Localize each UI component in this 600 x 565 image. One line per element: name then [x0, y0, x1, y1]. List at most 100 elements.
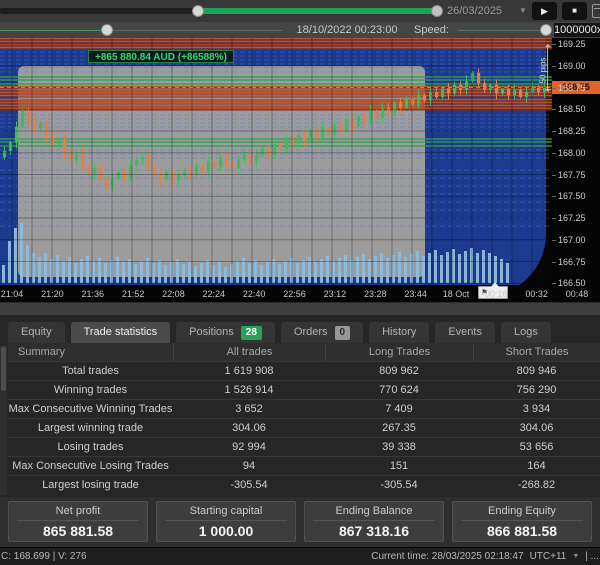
price-axis-label: 166.50 [558, 278, 586, 288]
table-row[interactable]: Total trades1 619 908809 962809 946 [8, 361, 600, 380]
tab-trade-statistics[interactable]: Trade statistics [71, 322, 171, 343]
card-label: Starting capital [165, 503, 287, 521]
progress-track-elapsed[interactable] [0, 8, 198, 14]
tab-label: Orders [294, 322, 328, 343]
speed-slider-track[interactable] [458, 30, 544, 31]
panel-splitter[interactable] [0, 302, 600, 315]
chevron-down-icon[interactable]: ▼ [572, 553, 579, 560]
timezone-selector[interactable]: UTC+11 [530, 551, 567, 562]
price-axis-label: 168.25 [558, 126, 586, 136]
status-more: | ... [585, 551, 599, 562]
tab-events[interactable]: Events [435, 322, 495, 343]
table-row[interactable]: Winning trades1 526 914770 624756 290 [8, 380, 600, 399]
table-cell: 304.06 [173, 419, 325, 437]
tab-positions[interactable]: Positions28 [176, 322, 275, 343]
table-row[interactable]: Losing trades92 99439 33853 656 [8, 437, 600, 456]
timeline-bar: 18/10/2022 00:23:00 Speed: 1000000x [0, 22, 600, 38]
axis-tick [552, 44, 556, 45]
table-cell: -268.82 [473, 476, 600, 494]
card-value: 1 000.00 [157, 521, 295, 542]
table-scrollbar-thumb[interactable] [1, 347, 6, 391]
backtester-window: 26/03/2025 ▼ ▶ ■ 18/10/2022 00:23:00 Spe… [0, 0, 600, 565]
table-cell: 1 619 908 [173, 362, 325, 380]
current-time-text: Current time: 28/03/2025 02:18:47 [371, 551, 523, 562]
speed-slider-handle[interactable] [540, 24, 552, 36]
tab-label: Positions [189, 322, 234, 343]
stop-button[interactable]: ■ [562, 2, 587, 20]
time-axis[interactable]: ⚑ 21:0421:2021:3621:5222:0822:2422:4022:… [0, 285, 552, 302]
price-chart[interactable]: +865 880.84 AUD (+86588%) 50 pips [0, 38, 552, 285]
timeline-track-right[interactable] [112, 30, 282, 31]
play-button[interactable]: ▶ [532, 2, 557, 20]
table-cell: -305.54 [173, 476, 325, 494]
time-axis-label: 21:20 [32, 289, 72, 299]
column-header: Summary [8, 343, 173, 361]
table-cell: -305.54 [325, 476, 473, 494]
table-cell: 164 [473, 457, 600, 475]
table-cell: 39 338 [325, 438, 473, 456]
price-axis-label: 169.00 [558, 61, 586, 71]
table-cell: 304.06 [473, 419, 600, 437]
time-axis-label: 00:48 [557, 289, 597, 299]
table-scrollbar[interactable] [0, 345, 7, 495]
table-cell: 94 [173, 457, 325, 475]
card-label: Net profit [17, 503, 139, 521]
price-axis-label: 169.25 [558, 39, 586, 49]
table-cell: Losing trades [8, 438, 173, 456]
calendar-icon[interactable] [592, 4, 600, 18]
current-bar-datetime: 18/10/2022 00:23:00 [286, 23, 408, 37]
table-cell: 809 946 [473, 362, 600, 380]
tab-label: History [382, 322, 416, 343]
price-axis-label: 168.00 [558, 148, 586, 158]
speed-label: Speed: [414, 23, 449, 37]
table-cell: Total trades [8, 362, 173, 380]
table-cell: Largest losing trade [8, 476, 173, 494]
price-axis-label: 168.50 [558, 104, 586, 114]
axis-tick [552, 240, 556, 241]
table-cell: 3 652 [173, 400, 325, 418]
progress-handle-start[interactable] [192, 5, 204, 17]
table-row[interactable]: Max Consecutive Losing Trades94151164 [8, 456, 600, 475]
table-cell: 770 624 [325, 381, 473, 399]
chevron-down-icon[interactable]: ▼ [519, 3, 527, 19]
tab-logs[interactable]: Logs [501, 322, 551, 343]
table-cell: 267.35 [325, 419, 473, 437]
progress-track-range[interactable] [199, 8, 437, 14]
time-axis-label: 00:16 [476, 289, 516, 299]
price-axis-label: 167.75 [558, 170, 586, 180]
axis-tick [552, 283, 556, 284]
timeline-handle[interactable] [101, 24, 113, 36]
time-axis-label: 23:12 [315, 289, 355, 299]
table-cell: 809 962 [325, 362, 473, 380]
card-label: Ending Balance [313, 503, 435, 521]
axis-tick [552, 153, 556, 154]
time-axis-label: 18 Oct [436, 289, 476, 299]
table-row[interactable]: Largest losing trade-305.54-305.54-268.8… [8, 475, 600, 494]
speed-value[interactable]: 1000000x [554, 23, 600, 37]
backtest-progress-bar: 26/03/2025 ▼ ▶ ■ [0, 0, 600, 22]
table-cell: 7 409 [325, 400, 473, 418]
pips-measure-label: 50 pips [538, 58, 547, 84]
card-value: 867 318.16 [305, 521, 443, 542]
table-row[interactable]: Largest winning trade304.06267.35304.06 [8, 418, 600, 437]
timeline-track-left[interactable] [0, 30, 106, 31]
price-axis[interactable]: 168.75 169.25169.00168.75168.50168.25168… [552, 38, 600, 302]
tab-count-badge: 0 [335, 326, 351, 340]
tab-history[interactable]: History [369, 322, 429, 343]
table-cell: Winning trades [8, 381, 173, 399]
axis-tick [552, 262, 556, 263]
tab-orders[interactable]: Orders 0 [281, 322, 363, 343]
statistics-table: SummaryAll tradesLong TradesShort Trades… [8, 343, 600, 494]
table-row[interactable]: Max Consecutive Winning Trades3 6527 409… [8, 399, 600, 418]
table-cell: Max Consecutive Winning Trades [8, 400, 173, 418]
summary-card-starting-capital: Starting capital1 000.00 [156, 501, 296, 542]
price-axis-label: 168.75 [558, 83, 586, 93]
progress-handle-end[interactable] [431, 5, 443, 17]
tab-equity[interactable]: Equity [8, 322, 65, 343]
summary-card-ending-balance: Ending Balance867 318.16 [304, 501, 444, 542]
time-axis-label: 21:52 [113, 289, 153, 299]
end-date-selector[interactable]: 26/03/2025 [447, 3, 529, 19]
status-bar: C: 168.699 | V: 276 Current time: 28/03/… [0, 547, 600, 565]
trade-statistics-panel: SummaryAll tradesLong TradesShort Trades… [0, 343, 600, 497]
table-cell: 3 934 [473, 400, 600, 418]
